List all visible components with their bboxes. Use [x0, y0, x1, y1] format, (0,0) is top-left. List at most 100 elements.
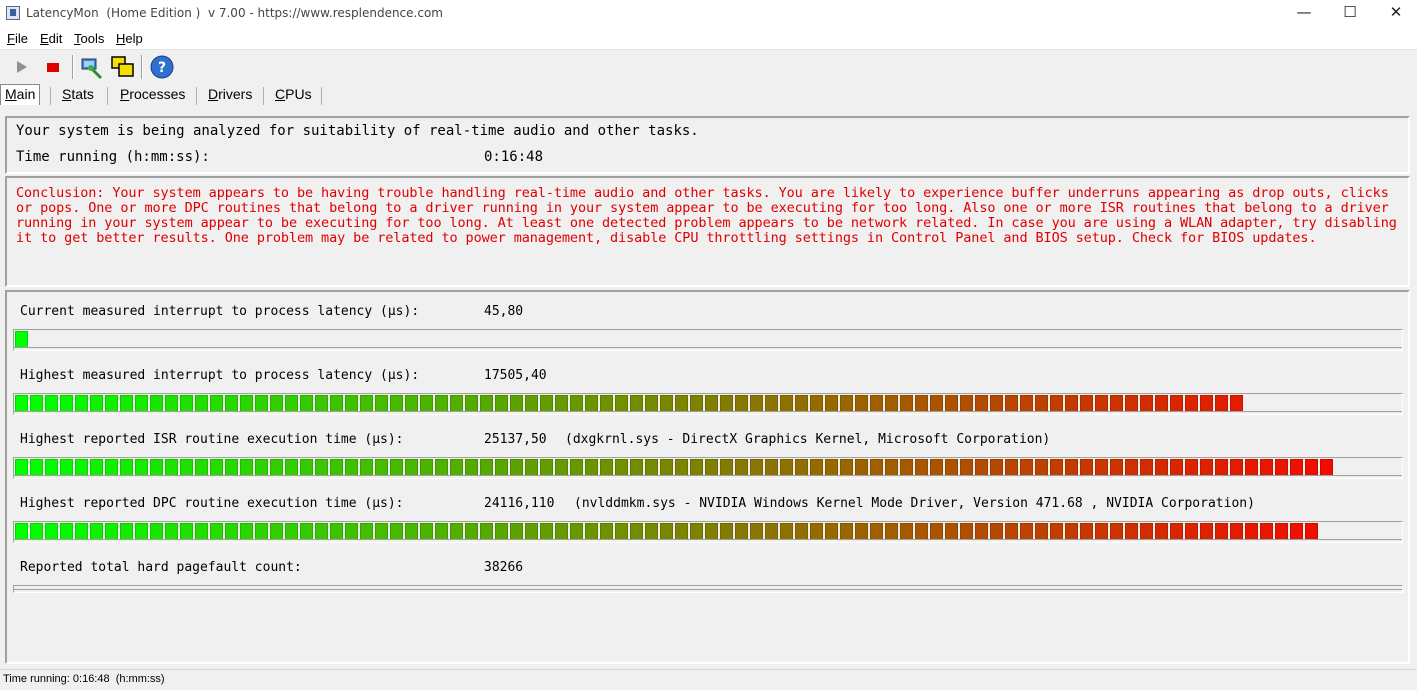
- bar-segment: [255, 395, 268, 412]
- bar-segment: [630, 395, 643, 412]
- bar-segment: [255, 523, 268, 540]
- app-icon: [6, 6, 20, 20]
- bar-segment: [1005, 395, 1018, 412]
- play-icon[interactable]: [8, 53, 36, 81]
- bar-segment: [900, 395, 913, 412]
- bar-segment: [870, 459, 883, 476]
- bar-segment: [1200, 523, 1213, 540]
- bar-segment: [540, 523, 553, 540]
- bar-segment: [555, 523, 568, 540]
- bar-segment: [105, 395, 118, 412]
- bar-segment: [330, 523, 343, 540]
- bar-segment: [525, 523, 538, 540]
- bar-segment: [960, 523, 973, 540]
- bar-segment: [1020, 459, 1033, 476]
- bar-segment: [300, 395, 313, 412]
- windows-icon[interactable]: [109, 53, 137, 81]
- bar-segment: [720, 459, 733, 476]
- tab-stats[interactable]: Stats: [62, 85, 94, 105]
- bar-segment: [780, 459, 793, 476]
- bar-segment: [120, 395, 133, 412]
- conclusion-text: Conclusion: Your system appears to be ha…: [16, 185, 1397, 246]
- bar-segment: [810, 395, 823, 412]
- metric-label: Highest measured interrupt to process la…: [20, 368, 420, 383]
- bar-segment: [510, 395, 523, 412]
- close-button[interactable]: ✕: [1373, 0, 1417, 27]
- bar-segment: [645, 523, 658, 540]
- bar-segment: [1260, 523, 1273, 540]
- bar-segment: [885, 523, 898, 540]
- bar-segment: [30, 395, 43, 412]
- bar-segment: [390, 395, 403, 412]
- bar-segment: [1065, 459, 1078, 476]
- bar-segment: [210, 523, 223, 540]
- menu-tools[interactable]: Tools: [74, 31, 104, 46]
- bar-fill: [15, 331, 30, 348]
- bar-segment: [1155, 459, 1168, 476]
- bar-segment: [1155, 523, 1168, 540]
- bar-segment: [1185, 395, 1198, 412]
- bar-segment: [900, 523, 913, 540]
- bar-segment: [225, 459, 238, 476]
- bar-segment: [1080, 395, 1093, 412]
- bar-segment: [660, 523, 673, 540]
- bar-segment: [345, 395, 358, 412]
- bar-segment: [375, 459, 388, 476]
- bar-segment: [210, 459, 223, 476]
- tab-cpus[interactable]: CPUs: [275, 85, 312, 105]
- bar-segment: [840, 523, 853, 540]
- bar-segment: [285, 395, 298, 412]
- status-bar: Time running: 0:16:48 (h:mm:ss): [0, 669, 1417, 690]
- tab-processes[interactable]: Processes: [120, 85, 185, 105]
- bar-segment: [615, 395, 628, 412]
- help-icon[interactable]: ?: [148, 53, 176, 81]
- bar-segment: [1140, 523, 1153, 540]
- bar-segment: [915, 523, 928, 540]
- bar-segment: [300, 523, 313, 540]
- stop-icon[interactable]: [40, 53, 68, 81]
- bar-segment: [930, 523, 943, 540]
- bar-segment: [945, 523, 958, 540]
- bar-segment: [390, 523, 403, 540]
- bar-segment: [870, 523, 883, 540]
- tab-main[interactable]: Main: [0, 84, 41, 105]
- bar-segment: [255, 459, 268, 476]
- bar-segment: [825, 523, 838, 540]
- bar-segment: [1110, 523, 1123, 540]
- bar-segment: [705, 459, 718, 476]
- menu-file[interactable]: File: [7, 31, 28, 46]
- bar-segment: [1125, 459, 1138, 476]
- menu-help[interactable]: Help: [116, 31, 143, 46]
- bar-segment: [570, 523, 583, 540]
- bar-segment: [1320, 459, 1333, 476]
- bar-segment: [420, 459, 433, 476]
- tab-separator: [263, 87, 264, 105]
- bar-segment: [990, 459, 1003, 476]
- bar-segment: [240, 523, 253, 540]
- bar-segment: [750, 523, 763, 540]
- metric-label: Reported total hard pagefault count:: [20, 560, 302, 575]
- metrics-panel: Current measured interrupt to process la…: [5, 290, 1410, 664]
- bar-segment: [510, 459, 523, 476]
- bar-segment: [450, 459, 463, 476]
- bar-segment: [900, 459, 913, 476]
- bar-segment: [855, 523, 868, 540]
- bar-segment: [1125, 395, 1138, 412]
- menu-edit[interactable]: Edit: [40, 31, 62, 46]
- driver-tool-icon[interactable]: [78, 53, 106, 81]
- svg-text:?: ?: [158, 60, 166, 76]
- bar-segment: [720, 395, 733, 412]
- bar-segment: [1065, 395, 1078, 412]
- bar-segment: [975, 459, 988, 476]
- tab-drivers[interactable]: Drivers: [208, 85, 252, 105]
- bar-segment: [1260, 459, 1273, 476]
- minimize-button[interactable]: —: [1281, 0, 1327, 27]
- bar-segment: [435, 459, 448, 476]
- maximize-button[interactable]: ☐: [1327, 0, 1373, 27]
- conclusion-panel: Conclusion: Your system appears to be ha…: [5, 176, 1410, 287]
- bar-segment: [90, 523, 103, 540]
- bar-segment: [1050, 395, 1063, 412]
- bar-segment: [765, 395, 778, 412]
- bar-segment: [435, 395, 448, 412]
- bar-segment: [555, 395, 568, 412]
